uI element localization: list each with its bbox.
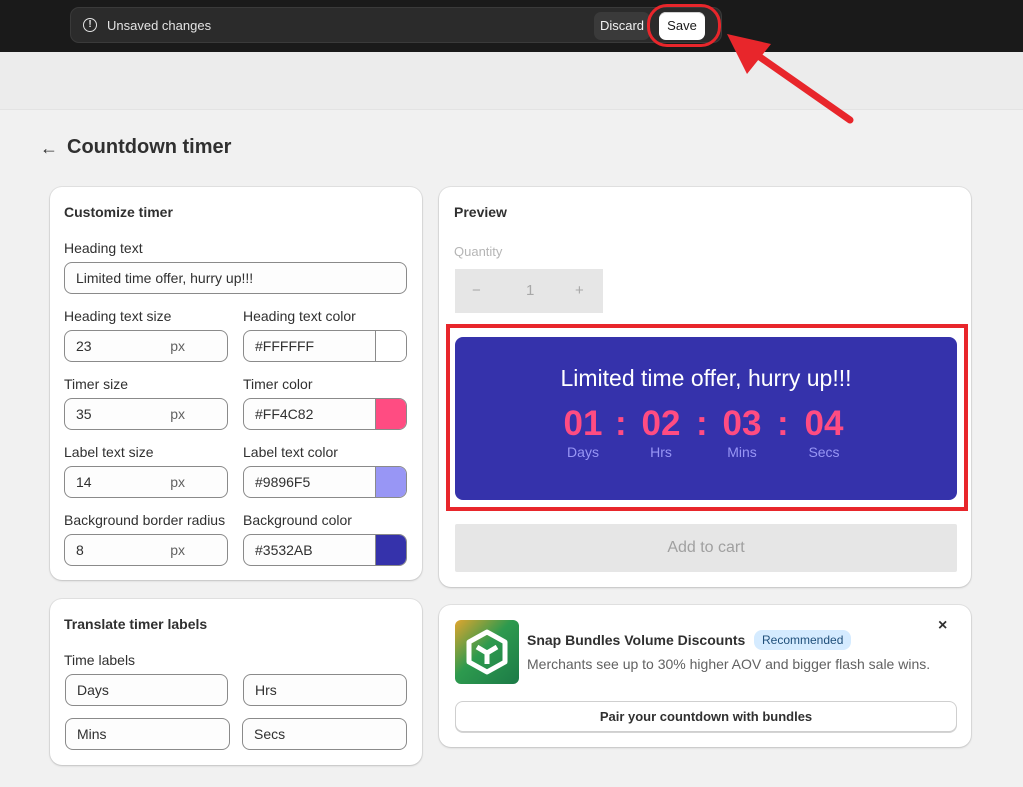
border-radius-label: Background border radius xyxy=(64,512,226,528)
header-band xyxy=(0,52,1023,110)
heading-text-value: Limited time offer, hurry up!!! xyxy=(76,270,254,286)
bg-color-swatch[interactable] xyxy=(375,535,406,565)
timer-color-value: #FF4C82 xyxy=(255,406,314,422)
heading-color-swatch[interactable] xyxy=(375,331,406,361)
minus-icon[interactable]: − xyxy=(472,282,481,299)
quantity-value: 1 xyxy=(526,282,535,299)
label-color-input[interactable]: #9896F5 xyxy=(243,466,407,498)
hexagon-cube-icon xyxy=(466,629,508,675)
secs-label-value: Secs xyxy=(254,726,286,742)
back-arrow-icon[interactable]: ← xyxy=(40,139,58,157)
timer-size-value: 35 xyxy=(76,406,92,422)
customize-card-title: Customize timer xyxy=(64,204,173,220)
days-label-value: Days xyxy=(77,682,109,698)
customize-timer-card: Customize timer Heading text Limited tim… xyxy=(50,187,422,580)
secs-label-input[interactable]: Secs xyxy=(242,718,407,750)
days-label-input[interactable]: Days xyxy=(65,674,228,706)
time-labels-label: Time labels xyxy=(64,652,136,668)
px-suffix: px xyxy=(170,406,185,422)
label-color-swatch[interactable] xyxy=(375,467,406,497)
timer-color-swatch[interactable] xyxy=(375,399,406,429)
app-description: Merchants see up to 30% higher AOV and b… xyxy=(527,656,931,672)
heading-color-input[interactable]: #FFFFFF xyxy=(243,330,407,362)
close-icon[interactable]: × xyxy=(938,617,947,635)
hrs-label-value: Hrs xyxy=(255,682,277,698)
translate-card-title: Translate timer labels xyxy=(64,616,208,632)
timer-size-label: Timer size xyxy=(64,376,129,392)
border-radius-input[interactable]: 8 px xyxy=(64,534,228,566)
bg-color-input[interactable]: #3532AB xyxy=(243,534,407,566)
quantity-stepper[interactable]: − 1 + xyxy=(455,269,603,313)
hrs-label-input[interactable]: Hrs xyxy=(243,674,407,706)
heading-size-value: 23 xyxy=(76,338,92,354)
timer-highlight-box xyxy=(446,324,968,511)
border-radius-value: 8 xyxy=(76,542,84,558)
plus-icon[interactable]: + xyxy=(575,282,584,299)
heading-size-input[interactable]: 23 px xyxy=(64,330,228,362)
save-highlight-circle xyxy=(647,4,721,47)
bg-color-label: Background color xyxy=(243,512,352,528)
contextual-save-bar: ! Unsaved changes Discard Save xyxy=(70,7,722,43)
translate-labels-card: Translate timer labels Time labels Days … xyxy=(50,599,422,765)
label-color-label: Label text color xyxy=(243,444,338,460)
label-size-input[interactable]: 14 px xyxy=(64,466,228,498)
heading-size-label: Heading text size xyxy=(64,308,172,324)
recommended-badge: Recommended xyxy=(754,630,852,650)
bg-color-value: #3532AB xyxy=(255,542,313,558)
px-suffix: px xyxy=(170,542,185,558)
add-to-cart-button: Add to cart xyxy=(455,524,957,572)
timer-color-input[interactable]: #FF4C82 xyxy=(243,398,407,430)
label-color-value: #9896F5 xyxy=(255,474,311,490)
px-suffix: px xyxy=(170,474,185,490)
quantity-label: Quantity xyxy=(454,244,503,259)
mins-label-value: Mins xyxy=(77,726,107,742)
px-suffix: px xyxy=(170,338,185,354)
app-name[interactable]: Snap Bundles Volume Discounts xyxy=(527,632,745,648)
snap-bundles-logo-icon xyxy=(455,620,519,684)
pair-bundles-button[interactable]: Pair your countdown with bundles xyxy=(455,701,957,732)
heading-color-value: #FFFFFF xyxy=(255,338,315,354)
annotation-arrow-icon xyxy=(727,34,854,124)
timer-color-label: Timer color xyxy=(243,376,313,392)
heading-color-label: Heading text color xyxy=(243,308,356,324)
heading-text-input[interactable]: Limited time offer, hurry up!!! xyxy=(64,262,407,294)
heading-text-label: Heading text xyxy=(64,240,143,256)
unsaved-message: Unsaved changes xyxy=(107,18,212,33)
mins-label-input[interactable]: Mins xyxy=(65,718,230,750)
page-title: Countdown timer xyxy=(67,136,232,158)
top-bar: ! Unsaved changes Discard Save xyxy=(0,0,1023,52)
preview-title: Preview xyxy=(454,204,507,220)
label-size-label: Label text size xyxy=(64,444,154,460)
timer-size-input[interactable]: 35 px xyxy=(64,398,228,430)
discard-button[interactable]: Discard xyxy=(594,12,650,40)
alert-circle-icon: ! xyxy=(83,18,97,32)
label-size-value: 14 xyxy=(76,474,92,490)
